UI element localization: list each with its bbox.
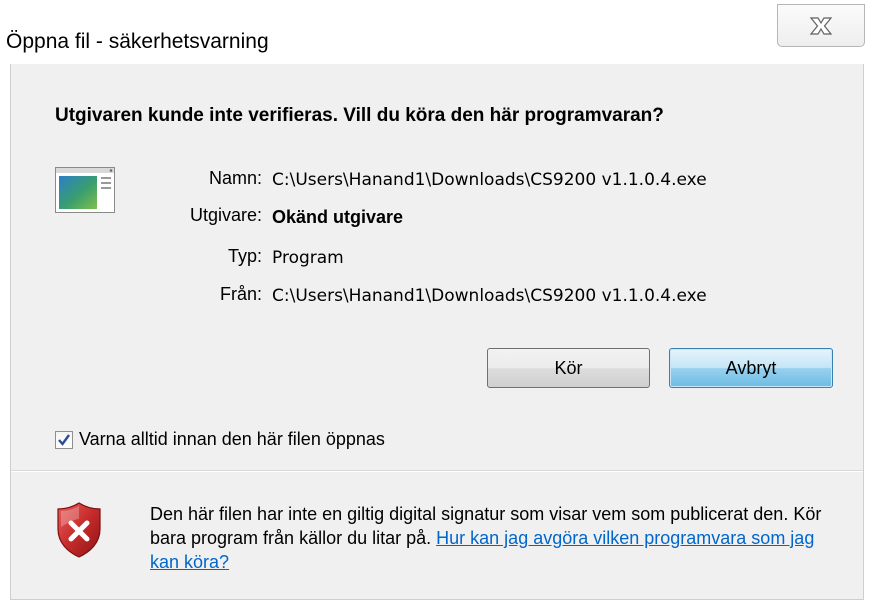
close-button[interactable] xyxy=(777,4,865,47)
field-label-from: Från: xyxy=(219,284,262,304)
window-frame-right xyxy=(864,64,874,605)
title-bar: Öppna fil - säkerhetsvarning xyxy=(0,0,874,64)
cancel-button[interactable]: Avbryt xyxy=(669,348,833,388)
field-value-type: Program xyxy=(272,248,344,268)
run-button[interactable]: Kör xyxy=(487,348,650,388)
divider-highlight xyxy=(11,471,863,472)
dialog-heading: Utgivaren kunde inte verifieras. Vill du… xyxy=(55,105,664,126)
window-title: Öppna fil - säkerhetsvarning xyxy=(6,30,269,53)
window-frame-left xyxy=(0,64,10,605)
field-value-publisher: Okänd utgivare xyxy=(272,207,404,227)
dialog-content: Utgivaren kunde inte verifieras. Vill du… xyxy=(10,64,864,600)
always-warn-label[interactable]: Varna alltid innan den här filen öppnas xyxy=(79,429,385,450)
always-warn-checkbox[interactable] xyxy=(55,431,73,449)
field-value-name: C:\Users\Hanand1\Downloads\CS9200 v1.1.0… xyxy=(272,170,707,190)
field-label-name: Namn: xyxy=(208,168,262,188)
close-icon xyxy=(809,17,833,35)
field-label-type: Typ: xyxy=(227,246,262,266)
field-value-from: C:\Users\Hanand1\Downloads\CS9200 v1.1.0… xyxy=(272,286,707,306)
shield-error-icon xyxy=(55,501,103,559)
program-icon xyxy=(55,167,115,213)
field-label-publisher: Utgivare: xyxy=(189,205,262,225)
footer-message: Den här filen har inte en giltig digital… xyxy=(150,502,830,574)
checkmark-icon xyxy=(58,434,70,446)
